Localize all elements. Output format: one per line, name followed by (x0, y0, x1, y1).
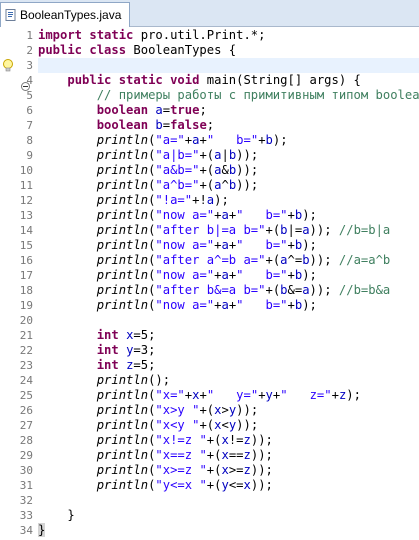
tab-boolean-types[interactable]: BooleanTypes.java (0, 2, 131, 27)
line-number: 22 (19, 344, 33, 357)
line-number: 2 (26, 44, 33, 57)
line-number: 25 (19, 389, 33, 402)
line-number: 33 (19, 509, 33, 522)
line-number: 30 (19, 464, 33, 477)
line-number: 17 (19, 269, 33, 282)
code-line[interactable]: import static pro.util.Print.*; (38, 28, 419, 43)
line-number: 32 (19, 494, 33, 507)
code-line[interactable]: // примеры работы с примитивным типом bo… (38, 88, 419, 103)
code-line[interactable]: int x=5; (38, 328, 419, 343)
line-number: 27 (19, 419, 33, 432)
line-number: 29 (19, 449, 33, 462)
line-number: 1 (26, 29, 33, 42)
code-line[interactable]: println("after b&=a b="+(b&=a)); //b=b&a (38, 283, 419, 298)
line-number: 16 (19, 254, 33, 267)
code-line[interactable]: println("!a="+!a); (38, 193, 419, 208)
line-number: 8 (26, 134, 33, 147)
code-line[interactable]: println("now a="+a+" b="+b); (38, 208, 419, 223)
line-number: 12 (19, 194, 33, 207)
editor-tab-bar: BooleanTypes.java (0, 0, 419, 27)
code-line[interactable]: println("x="+x+" y="+y+" z="+z); (38, 388, 419, 403)
code-line[interactable]: println("y<=x "+(y<=x)); (38, 478, 419, 493)
java-file-icon (5, 9, 17, 21)
line-number: 10 (19, 164, 33, 177)
code-line[interactable]: } (38, 523, 419, 538)
code-line[interactable]: println("now a="+a+" b="+b); (38, 268, 419, 283)
code-line[interactable] (38, 58, 419, 73)
code-line[interactable]: println("x!=z "+(x!=z)); (38, 433, 419, 448)
code-line[interactable]: int z=5; (38, 358, 419, 373)
line-number: 19 (19, 299, 33, 312)
tab-title: BooleanTypes.java (20, 8, 122, 22)
line-number: 15 (19, 239, 33, 252)
code-line[interactable]: println("after a^=b a="+(a^=b)); //a=a^b (38, 253, 419, 268)
code-line[interactable]: println("a|b="+(a|b)); (38, 148, 419, 163)
line-number: 20 (19, 314, 33, 327)
code-line[interactable]: boolean b=false; (38, 118, 419, 133)
line-number: 11 (19, 179, 33, 192)
code-line[interactable]: int y=3; (38, 343, 419, 358)
code-line[interactable]: println(); (38, 373, 419, 388)
line-number: 13 (19, 209, 33, 222)
code-line[interactable]: println("x>y "+(x>y)); (38, 403, 419, 418)
code-area[interactable]: import static pro.util.Print.*; public cl… (38, 27, 419, 540)
line-number: 26 (19, 404, 33, 417)
line-number: 6 (26, 104, 33, 117)
code-line[interactable]: println("a&b="+(a&b)); (38, 163, 419, 178)
line-number: 24 (19, 374, 33, 387)
line-number: 14 (19, 224, 33, 237)
line-number: 34 (19, 524, 33, 537)
code-editor[interactable]: 1 2 3 4 5 6 7 8 9 10 11 12 13 14 15 16 17 18 19 20 21 22 23 24 2… (0, 27, 419, 540)
line-number: 28 (19, 434, 33, 447)
line-number-gutter: 1 2 3 4 5 6 7 8 9 10 11 12 13 14 15 16 17 18 19 20 21 22 23 24 2… (16, 27, 36, 540)
code-line[interactable]: println("x<y "+(x<y)); (38, 418, 419, 433)
fold-collapse-icon[interactable] (21, 76, 30, 91)
code-line[interactable]: public static void main(String[] args) { (38, 73, 419, 88)
code-line[interactable]: println("now a="+a+" b="+b); (38, 298, 419, 313)
line-number: 9 (26, 149, 33, 162)
code-line[interactable]: public class BooleanTypes { (38, 43, 419, 58)
line-number: 21 (19, 329, 33, 342)
code-line[interactable]: println("after b|=a b="+(b|=a)); //b=b|a (38, 223, 419, 238)
code-line[interactable]: println("now a="+a+" b="+b); (38, 238, 419, 253)
line-number: 31 (19, 479, 33, 492)
lightbulb-warning-icon[interactable] (1, 57, 15, 72)
code-line[interactable]: } (38, 508, 419, 523)
line-number: 23 (19, 359, 33, 372)
code-line[interactable]: println("x>=z "+(x>=z)); (38, 463, 419, 478)
code-line[interactable]: println("a^b="+(a^b)); (38, 178, 419, 193)
line-number: 18 (19, 284, 33, 297)
line-number: 3 (26, 59, 33, 72)
code-line[interactable]: println("x==z "+(x==z)); (38, 448, 419, 463)
code-line[interactable]: println("a="+a+" b="+b); (38, 133, 419, 148)
code-line[interactable]: boolean a=true; (38, 103, 419, 118)
line-number: 7 (26, 119, 33, 132)
